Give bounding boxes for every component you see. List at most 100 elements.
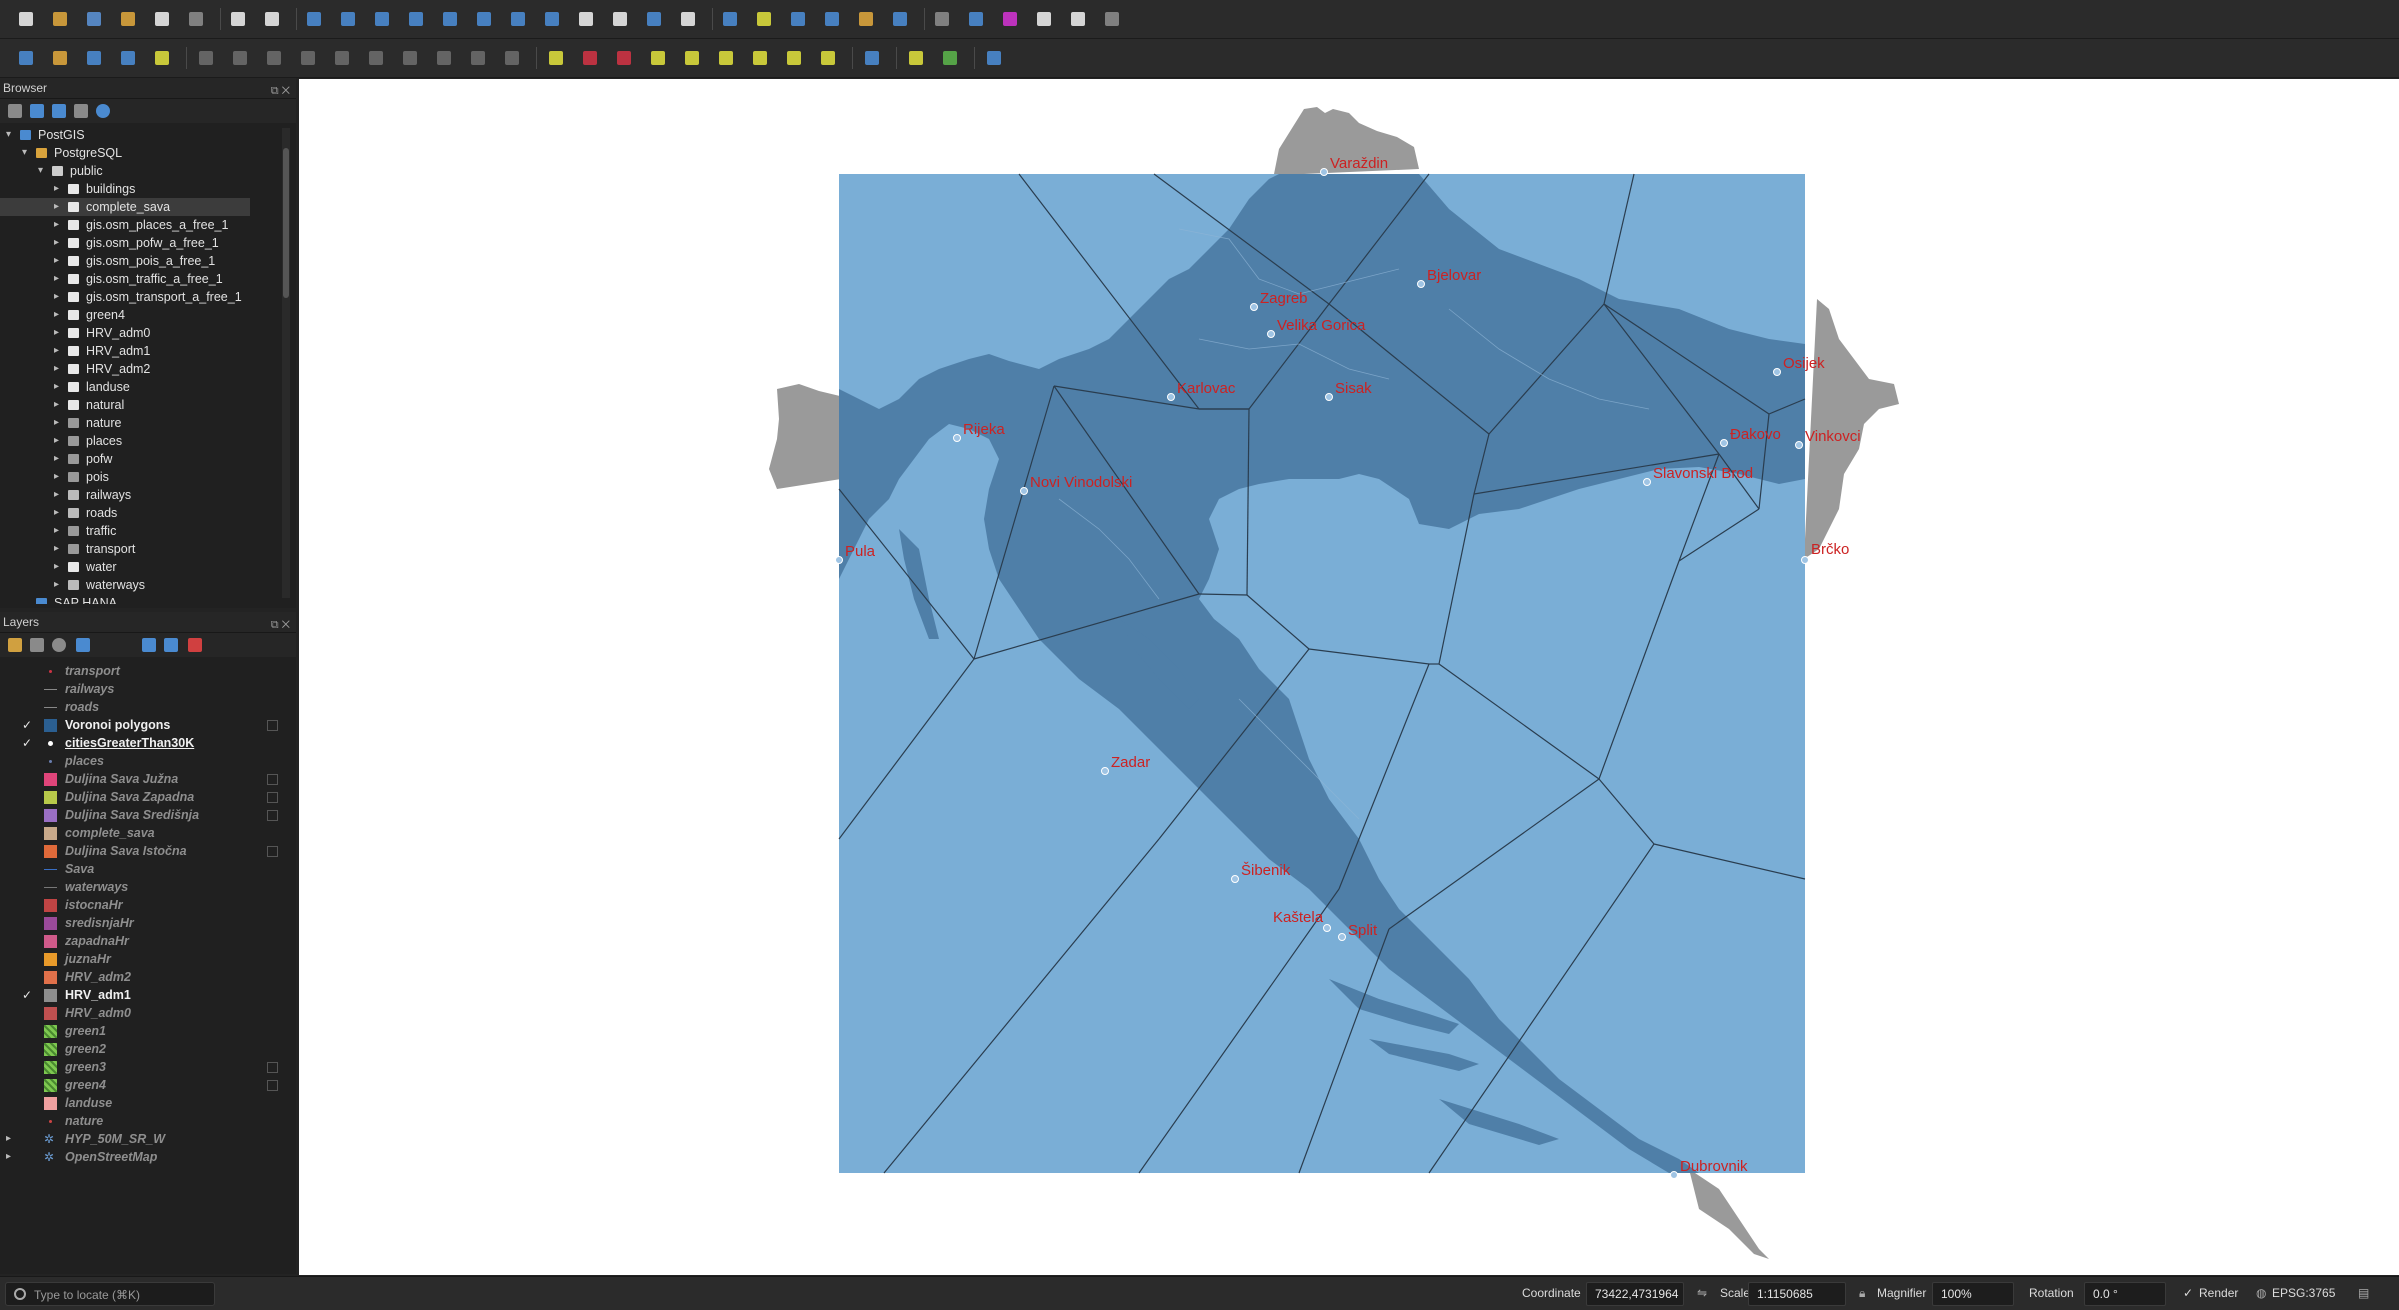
browser-item[interactable]: ▸ places	[0, 432, 250, 450]
cut-icon[interactable]	[364, 46, 388, 70]
layer-row[interactable]: juznaHr	[0, 950, 292, 968]
sum-icon[interactable]	[998, 7, 1022, 31]
digitize-icon[interactable]	[116, 46, 140, 70]
layer-row[interactable]: HRV_adm2	[0, 968, 292, 986]
messages-icon[interactable]: ▤	[2358, 1286, 2369, 1300]
style-icon[interactable]	[8, 638, 22, 652]
remove-layer-icon[interactable]	[188, 638, 202, 652]
save-project-icon[interactable]	[82, 7, 106, 31]
map-canvas[interactable]: Varaždin Zagreb Velika Gorica Bjelovar Osije…	[299, 79, 2399, 1275]
browser-item[interactable]: ▸ pois	[0, 468, 250, 486]
refresh-icon[interactable]	[676, 7, 700, 31]
zoom-selection-icon[interactable]	[404, 7, 428, 31]
layer-row[interactable]: ✓ Voronoi polygons	[0, 716, 292, 734]
save-edits-icon[interactable]	[194, 46, 218, 70]
add-vector-icon[interactable]	[14, 46, 38, 70]
add-wms-icon[interactable]	[82, 46, 106, 70]
print-layout-icon[interactable]	[150, 7, 174, 31]
browser-item[interactable]: ▸ transport	[0, 540, 250, 558]
chevron-icon[interactable]: ▸	[54, 306, 64, 324]
city-marker[interactable]	[1801, 556, 1809, 564]
chevron-icon[interactable]: ▸	[54, 504, 64, 522]
city-marker[interactable]	[1231, 875, 1239, 883]
browser-item[interactable]: ▸ nature	[0, 414, 250, 432]
add-postgis-icon[interactable]	[48, 46, 72, 70]
browser-item[interactable]: ▸ gis.osm_places_a_free_1	[0, 216, 250, 234]
pan-to-selection-icon[interactable]	[260, 7, 284, 31]
layer-visibility-checkbox[interactable]: ✓	[22, 716, 36, 734]
layer-row[interactable]: roads	[0, 698, 292, 716]
chevron-icon[interactable]: ▸	[54, 486, 64, 504]
chevron-icon[interactable]: ▸	[54, 396, 64, 414]
locator-bar[interactable]	[5, 1282, 215, 1306]
chevron-icon[interactable]: ▸	[54, 252, 64, 270]
pan-icon[interactable]	[226, 7, 250, 31]
node-tool-icon[interactable]	[296, 46, 320, 70]
city-marker[interactable]	[1250, 303, 1258, 311]
city-marker[interactable]	[835, 556, 843, 564]
info-icon[interactable]	[96, 104, 110, 118]
new-project-icon[interactable]	[14, 7, 38, 31]
toolbox-icon[interactable]	[964, 7, 988, 31]
chevron-icon[interactable]: ▸	[54, 180, 64, 198]
chevron-icon[interactable]: ▸	[54, 288, 64, 306]
layer-row[interactable]: ✓ HRV_adm1	[0, 986, 292, 1004]
zoom-layer-icon[interactable]	[438, 7, 462, 31]
identify-icon[interactable]	[820, 7, 844, 31]
city-marker[interactable]	[1670, 1171, 1678, 1179]
select-by-value-icon[interactable]	[752, 7, 776, 31]
browser-item[interactable]: ▸ complete_sava	[0, 198, 250, 216]
label-a-icon[interactable]	[782, 46, 806, 70]
label-show-icon[interactable]	[612, 46, 636, 70]
zoom-full-icon[interactable]	[370, 7, 394, 31]
coordinate-field[interactable]: 73422,4731964	[1586, 1282, 1684, 1306]
panel-close-icon[interactable]: ⧉ ✕	[271, 81, 290, 101]
locate-input[interactable]	[32, 1285, 206, 1304]
temporal-icon[interactable]	[642, 7, 666, 31]
layer-row[interactable]: waterways	[0, 878, 292, 896]
browser-item[interactable]: SAP HANA	[0, 594, 250, 604]
city-marker[interactable]	[1338, 933, 1346, 941]
magnifier-field[interactable]: 100%	[1932, 1282, 2014, 1306]
layer-row[interactable]: ▸ ✲ OpenStreetMap	[0, 1148, 292, 1166]
city-marker[interactable]	[1320, 168, 1328, 176]
filter-icon[interactable]	[76, 638, 90, 652]
city-marker[interactable]	[1267, 330, 1275, 338]
rotation-field[interactable]: 0.0 °	[2084, 1282, 2166, 1306]
label-highlight-icon[interactable]	[748, 46, 772, 70]
browser-item[interactable]: ▸ pofw	[0, 450, 250, 468]
lock-icon[interactable]: 🔒︎	[1859, 1286, 1865, 1301]
city-marker[interactable]	[1167, 393, 1175, 401]
city-marker[interactable]	[1417, 280, 1425, 288]
layer-row[interactable]: green2	[0, 1040, 292, 1058]
tips-icon[interactable]	[1066, 7, 1090, 31]
zoom-next-icon[interactable]	[540, 7, 564, 31]
layer-visibility-checkbox[interactable]: ✓	[22, 734, 36, 752]
chevron-icon[interactable]: ▾	[38, 162, 48, 180]
layer-row[interactable]: zapadnaHr	[0, 932, 292, 950]
refresh-icon[interactable]	[30, 104, 44, 118]
scale-field[interactable]: 1:1150685	[1748, 1282, 1846, 1306]
city-marker[interactable]	[1643, 478, 1651, 486]
chevron-icon[interactable]: ▸	[54, 360, 64, 378]
browser-item[interactable]: ▸ green4	[0, 306, 250, 324]
chevron-icon[interactable]: ▸	[54, 558, 64, 576]
chevron-icon[interactable]: ▸	[54, 324, 64, 342]
chevron-icon[interactable]: ▸	[54, 414, 64, 432]
zoom-native-icon[interactable]	[472, 7, 496, 31]
chevron-icon[interactable]: ▾	[6, 126, 16, 144]
browser-item[interactable]: ▸ gis.osm_traffic_a_free_1	[0, 270, 250, 288]
city-marker[interactable]	[1720, 439, 1728, 447]
chevron-icon[interactable]: ▸	[54, 540, 64, 558]
layer-row[interactable]: sredisnjaHr	[0, 914, 292, 932]
layer-row[interactable]: ✓ citiesGreaterThan30K	[0, 734, 292, 752]
redo-icon[interactable]	[500, 46, 524, 70]
browser-item[interactable]: ▸ waterways	[0, 576, 250, 594]
layer-row[interactable]: Duljina Sava Središnja	[0, 806, 292, 824]
plugins-icon[interactable]	[938, 46, 962, 70]
settings-icon[interactable]	[1100, 7, 1124, 31]
annotations-icon[interactable]	[1032, 7, 1056, 31]
select-features-icon[interactable]	[718, 7, 742, 31]
layer-row[interactable]: green1	[0, 1022, 292, 1040]
label-icon[interactable]	[544, 46, 568, 70]
